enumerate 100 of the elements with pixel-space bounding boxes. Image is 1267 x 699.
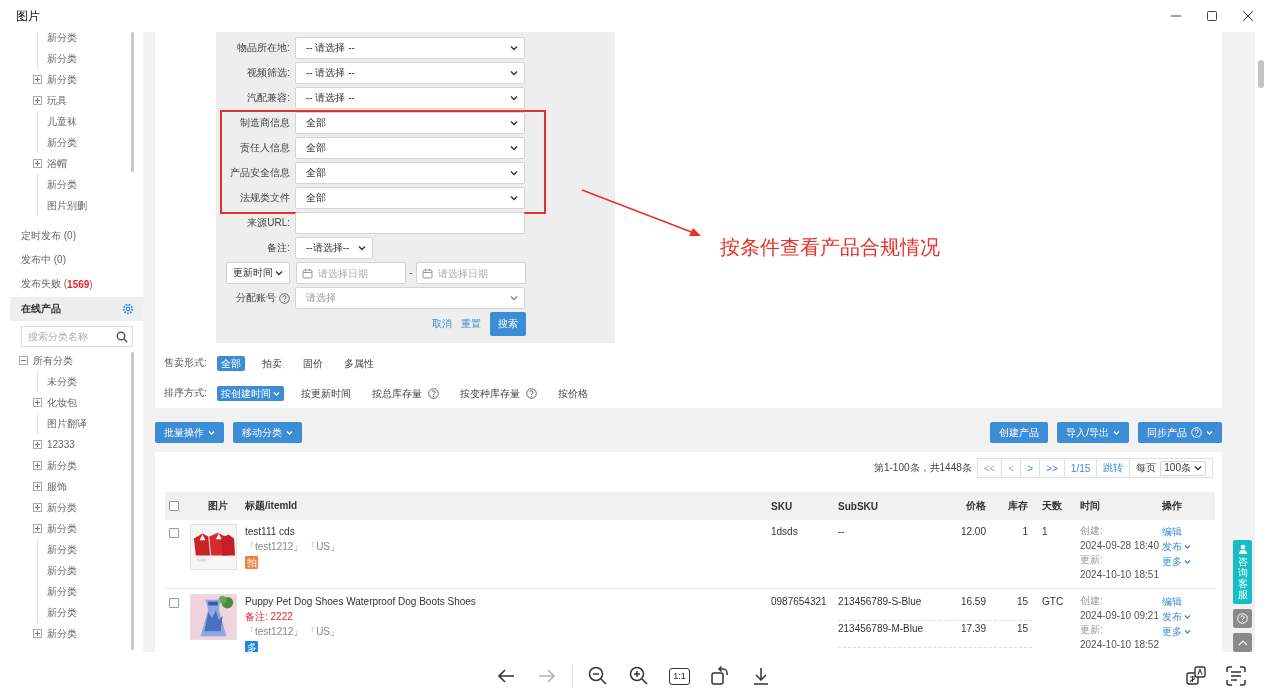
action-link[interactable]: 发布 bbox=[1162, 609, 1191, 624]
tree-item[interactable]: 新分类 bbox=[10, 497, 143, 518]
table-cell: 1 bbox=[1042, 526, 1048, 537]
help-icon bbox=[526, 387, 537, 399]
dropdown[interactable]: -- 请选择 -- bbox=[295, 87, 525, 109]
expand-icon[interactable] bbox=[33, 629, 42, 638]
dropdown[interactable]: 全部 bbox=[295, 187, 525, 209]
tree-item[interactable]: 新分类 bbox=[10, 132, 143, 153]
expand-icon[interactable] bbox=[33, 398, 42, 407]
text-field[interactable] bbox=[295, 212, 525, 234]
scroll-top-button[interactable] bbox=[1233, 633, 1252, 652]
help-button[interactable] bbox=[1233, 609, 1252, 628]
tree-item[interactable]: 新分类 bbox=[10, 560, 143, 581]
tree-item[interactable]: 新分类 bbox=[10, 581, 143, 602]
dropdown[interactable]: 全部 bbox=[295, 112, 525, 134]
link[interactable]: 重置 bbox=[461, 317, 481, 331]
scan-text-icon[interactable] bbox=[1224, 664, 1248, 688]
row-checkbox[interactable] bbox=[169, 598, 179, 608]
dropdown[interactable]: -- 请选择 -- bbox=[295, 37, 525, 59]
tree-item[interactable]: 12333 bbox=[10, 434, 143, 455]
sidebar-item[interactable]: 发布失败 (1569) bbox=[10, 272, 143, 296]
filter-option[interactable]: 拍卖 bbox=[258, 355, 286, 371]
dropdown[interactable]: 更新时间 bbox=[226, 262, 290, 284]
expand-icon[interactable] bbox=[33, 96, 42, 105]
column-header: 价格 bbox=[966, 499, 986, 513]
dropdown[interactable]: -- 请选择 -- bbox=[295, 62, 525, 84]
action-button[interactable]: 导入/导出 bbox=[1057, 422, 1129, 443]
scrollbar-thumb[interactable] bbox=[131, 352, 134, 650]
column-header: SubSKU bbox=[838, 500, 878, 512]
sort-option[interactable]: 按更新时间 bbox=[297, 385, 355, 401]
expand-icon[interactable] bbox=[33, 482, 42, 491]
tree-item[interactable]: 图片别删 bbox=[10, 195, 143, 216]
close-icon[interactable] bbox=[1240, 8, 1256, 24]
select-all-checkbox[interactable] bbox=[169, 501, 179, 511]
gear-icon[interactable] bbox=[122, 303, 134, 315]
field-label: 法规类文件 bbox=[239, 191, 291, 205]
search-icon[interactable] bbox=[116, 331, 128, 343]
product-title[interactable]: test111 cds bbox=[245, 524, 771, 539]
maximize-icon[interactable] bbox=[1204, 8, 1220, 24]
expand-icon[interactable] bbox=[33, 75, 42, 84]
sidebar-item[interactable]: 定时发布 (0) bbox=[10, 224, 143, 248]
product-title[interactable]: Puppy Pet Dog Shoes Waterproof Dog Boots Shoes bbox=[245, 594, 771, 609]
caret-icon bbox=[273, 389, 280, 397]
expand-icon[interactable] bbox=[33, 440, 42, 449]
column-header: 库存 bbox=[1008, 499, 1028, 513]
action-link[interactable]: 编辑 bbox=[1162, 594, 1182, 609]
tree-item[interactable]: 玩具 bbox=[10, 90, 143, 111]
translate-icon[interactable] bbox=[1184, 664, 1208, 688]
tree-item[interactable]: 未分类 bbox=[10, 371, 143, 392]
actual-size-button[interactable]: 1:1 bbox=[669, 667, 690, 685]
collapse-icon[interactable] bbox=[19, 356, 28, 365]
table-cell-text: 16.59 bbox=[959, 595, 987, 609]
filter-option[interactable]: 固价 bbox=[299, 355, 327, 371]
tree-item[interactable]: 新分类 bbox=[10, 602, 143, 623]
tree-item[interactable]: 化妆包 bbox=[10, 392, 143, 413]
expand-icon[interactable] bbox=[33, 503, 42, 512]
sidebar-item[interactable]: 发布中 (0) bbox=[10, 248, 143, 272]
tree-item[interactable]: 新分类 bbox=[10, 48, 143, 69]
dropdown[interactable]: 全部 bbox=[295, 137, 525, 159]
scrollbar-thumb[interactable] bbox=[131, 32, 134, 172]
search-field[interactable]: 搜索分类名称 bbox=[21, 326, 133, 347]
date-field[interactable]: 请选择日期 bbox=[416, 262, 526, 284]
filter-option[interactable]: 多属性 bbox=[340, 355, 378, 371]
action-link[interactable]: 更多 bbox=[1162, 624, 1191, 639]
page-size-dropdown[interactable]: 100条 bbox=[1160, 460, 1206, 476]
tree-item[interactable]: 新分类 bbox=[10, 455, 143, 476]
sort-option[interactable]: 按创建时间 bbox=[217, 385, 284, 401]
action-button[interactable]: 批量操作 bbox=[155, 422, 224, 443]
dropdown[interactable]: 全部 bbox=[295, 162, 525, 184]
action-link[interactable]: 发布 bbox=[1162, 539, 1191, 554]
action-button[interactable]: 创建产品 bbox=[990, 422, 1049, 443]
filter-option[interactable]: 全部 bbox=[217, 355, 245, 371]
tree-item[interactable]: 新分类 bbox=[10, 69, 143, 90]
row-checkbox[interactable] bbox=[169, 528, 179, 538]
action-button[interactable]: 移动分类 bbox=[233, 422, 302, 443]
action-link[interactable]: 更多 bbox=[1162, 554, 1191, 569]
expand-icon[interactable] bbox=[33, 524, 42, 533]
tree-item[interactable]: 新分类 bbox=[10, 623, 143, 644]
sort-option[interactable]: 按价格 bbox=[554, 385, 592, 401]
chevron-icon bbox=[1194, 464, 1202, 472]
column-header: 操作 bbox=[1162, 499, 1182, 513]
action-button[interactable]: 同步产品 bbox=[1138, 422, 1222, 443]
tree-item[interactable]: 新分类 bbox=[10, 539, 143, 560]
tree-item[interactable]: 浴帽 bbox=[10, 153, 143, 174]
tree-item[interactable]: 新分类 bbox=[10, 174, 143, 195]
tree-item[interactable]: 图片翻译 bbox=[10, 413, 143, 434]
search-button[interactable]: 搜索 bbox=[490, 312, 526, 336]
dropdown[interactable]: --请选择-- bbox=[295, 237, 373, 259]
sort-option[interactable]: 按变种库存量 bbox=[456, 385, 541, 401]
tree-item[interactable]: 所有分类 bbox=[10, 350, 143, 371]
scrollbar-thumb[interactable] bbox=[1258, 60, 1264, 88]
tree-item[interactable]: 儿童袜 bbox=[10, 111, 143, 132]
tree-item[interactable]: 新分类 bbox=[10, 518, 143, 539]
expand-icon[interactable] bbox=[33, 461, 42, 470]
tree-item[interactable]: 服饰 bbox=[10, 476, 143, 497]
action-link[interactable]: 编辑 bbox=[1162, 524, 1182, 539]
expand-icon[interactable] bbox=[33, 159, 42, 168]
date-field[interactable]: 请选择日期 bbox=[296, 262, 406, 284]
column-header: 图片 bbox=[207, 499, 228, 513]
sort-option[interactable]: 按总库存量 bbox=[368, 385, 443, 401]
